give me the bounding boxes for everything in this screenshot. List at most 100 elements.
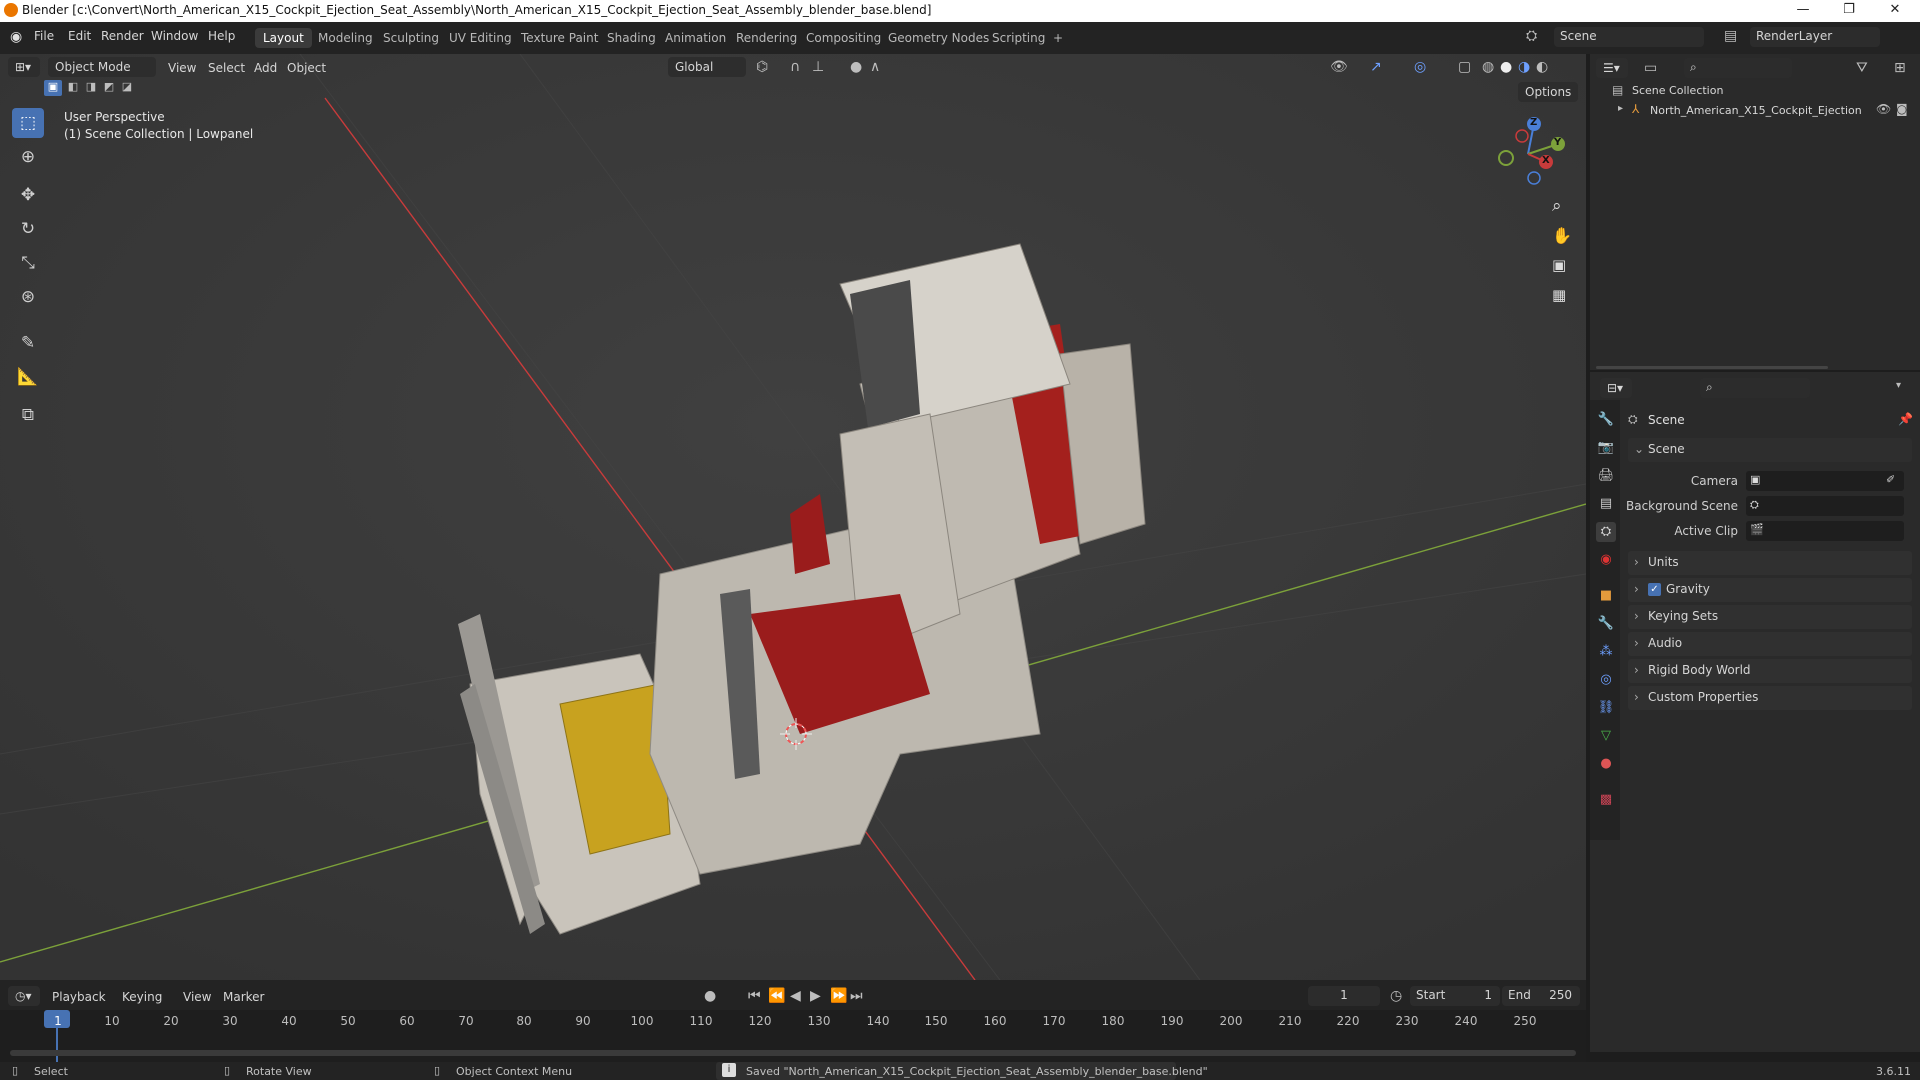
timeline-editor-type-button[interactable]: ◷▾ (8, 986, 40, 1006)
texture-tab-icon[interactable]: ▩ (1596, 790, 1616, 810)
new-collection-icon[interactable]: ⊞ (1894, 60, 1906, 76)
wireframe-shading-icon[interactable]: ◍ (1482, 59, 1494, 75)
outliner-item-label[interactable]: North_American_X15_Cockpit_Ejection (1650, 104, 1862, 117)
blender-menu-icon[interactable]: ◉ (10, 29, 22, 45)
scene-section-header[interactable]: ⌄ Scene (1628, 438, 1912, 462)
menu-edit[interactable]: Edit (68, 29, 91, 43)
custom-properties-panel[interactable]: › Custom Properties (1628, 686, 1912, 710)
select-new-icon[interactable]: ▣ (44, 80, 62, 96)
falloff-icon[interactable]: ∧ (870, 59, 880, 75)
zoom-icon[interactable]: ⌕ (1552, 196, 1562, 216)
material-tab-icon[interactable]: ● (1596, 754, 1616, 774)
scene-selector[interactable]: Scene (1554, 27, 1704, 47)
render-tab-icon[interactable]: 📷 (1596, 438, 1616, 458)
gizmo-toggle-icon[interactable]: ↗ (1370, 59, 1382, 75)
end-frame-field[interactable]: End 250 (1502, 986, 1580, 1006)
select-invert-icon[interactable]: ◩ (100, 80, 118, 93)
current-frame-field[interactable]: 1 (1308, 986, 1380, 1006)
pivot-point-icon[interactable]: ⌬ (756, 59, 768, 75)
clock-icon[interactable]: ◷ (1390, 988, 1402, 1004)
units-panel[interactable]: › Units (1628, 551, 1912, 575)
tab-sculpting[interactable]: Sculpting (375, 28, 447, 48)
gravity-panel[interactable]: › ✓ Gravity (1628, 578, 1912, 602)
snap-magnet-icon[interactable]: ∩ (790, 59, 800, 75)
jump-end-icon[interactable]: ⏭ (850, 988, 863, 1004)
tab-layout[interactable]: Layout (255, 28, 312, 48)
menu-window[interactable]: Window (151, 29, 198, 43)
particles-tab-icon[interactable]: ⁂ (1596, 642, 1616, 662)
camera-view-icon[interactable]: ▣ (1552, 256, 1566, 274)
annotate-tool-icon[interactable]: ✎ (12, 328, 44, 358)
outliner-scrollbar[interactable] (1596, 366, 1828, 369)
viewport-menu-view[interactable]: View (168, 61, 196, 75)
prev-keyframe-icon[interactable]: ⏪ (768, 988, 785, 1004)
timeline-menu-keying[interactable]: Keying (122, 990, 162, 1004)
tab-uv-editing[interactable]: UV Editing (441, 28, 520, 48)
scene-collection-label[interactable]: Scene Collection (1632, 84, 1723, 97)
navigation-gizmo[interactable]: Z Y X (1490, 112, 1570, 192)
viewport-menu-object[interactable]: Object (287, 61, 326, 75)
view-layer-tab-icon[interactable]: ▤ (1596, 494, 1616, 514)
rigid-body-world-panel[interactable]: › Rigid Body World (1628, 659, 1912, 683)
audio-panel[interactable]: › Audio (1628, 632, 1912, 656)
select-extend-icon[interactable]: ◧ (64, 80, 82, 93)
data-tab-icon[interactable]: ▽ (1596, 726, 1616, 746)
rendered-shading-icon[interactable]: ◐ (1536, 59, 1548, 75)
snap-target-icon[interactable]: ⊥ (812, 59, 824, 75)
viewport-menu-add[interactable]: Add (254, 61, 277, 75)
proportional-edit-icon[interactable]: ● (850, 59, 862, 75)
menu-render[interactable]: Render (101, 29, 144, 43)
mode-selector[interactable]: Object Mode (48, 57, 156, 77)
solid-shading-icon[interactable]: ● (1500, 59, 1512, 75)
menu-file[interactable]: File (34, 29, 54, 43)
select-intersect-icon[interactable]: ◪ (118, 80, 136, 93)
3d-viewport[interactable]: Z Y X ⌕ ✋ ▣ ▦ (0, 54, 1586, 980)
tab-scripting[interactable]: Scripting (984, 28, 1053, 48)
hide-eye-icon[interactable]: 👁 (1876, 102, 1891, 116)
menu-help[interactable]: Help (208, 29, 235, 43)
world-tab-icon[interactable]: ◉ (1596, 550, 1616, 570)
viewport-menu-select[interactable]: Select (208, 61, 245, 75)
record-icon[interactable]: ● (704, 988, 716, 1004)
maximize-button[interactable]: ❐ (1826, 0, 1872, 22)
transform-tool-icon[interactable]: ⊛ (12, 282, 44, 312)
keying-sets-panel[interactable]: › Keying Sets (1628, 605, 1912, 629)
outliner-search-input[interactable]: ⌕ (1684, 58, 1792, 78)
add-cube-tool-icon[interactable]: ⧉ (12, 400, 44, 430)
transform-orientation-selector[interactable]: Global (668, 57, 746, 77)
eyedropper-icon[interactable]: ✐ (1886, 473, 1895, 486)
background-scene-field[interactable]: ⛭ (1746, 496, 1904, 516)
timeline-menu-playback[interactable]: Playback (52, 990, 106, 1004)
material-preview-icon[interactable]: ◑ (1518, 59, 1530, 75)
tab-geometry-nodes[interactable]: Geometry Nodes (880, 28, 997, 48)
minimize-button[interactable]: — (1780, 0, 1826, 22)
properties-search-input[interactable]: ⌕ (1700, 378, 1810, 398)
object-tab-icon[interactable]: ■ (1596, 586, 1616, 606)
render-camera-icon[interactable]: ◙ (1896, 102, 1908, 116)
timeline-menu-view[interactable]: View (183, 990, 211, 1004)
outliner-editor-type-button[interactable]: ☰▾ (1596, 58, 1628, 78)
expand-arrow-icon[interactable]: ▸ (1618, 103, 1623, 114)
pin-icon[interactable]: 📌 (1898, 412, 1913, 426)
filter-icon[interactable]: ⛛ (1856, 60, 1868, 76)
play-reverse-icon[interactable]: ◀ (790, 988, 801, 1004)
start-frame-field[interactable]: Start 1 (1410, 986, 1500, 1006)
cursor-tool-icon[interactable]: ⊕ (12, 142, 44, 172)
play-icon[interactable]: ▶ (810, 988, 821, 1004)
perspective-toggle-icon[interactable]: ▦ (1552, 286, 1566, 304)
pan-hand-icon[interactable]: ✋ (1552, 226, 1572, 245)
select-box-icon[interactable]: ⬚ (12, 108, 44, 138)
editor-type-button[interactable]: ⊞▾ (8, 57, 40, 77)
tool-tab-icon[interactable]: 🔧 (1596, 410, 1616, 430)
move-tool-icon[interactable]: ✥ (12, 180, 44, 210)
tab-compositing[interactable]: Compositing (798, 28, 889, 48)
close-button[interactable]: ✕ (1872, 0, 1918, 22)
properties-editor-type-button[interactable]: ⊟▾ (1600, 378, 1632, 398)
physics-tab-icon[interactable]: ◎ (1596, 670, 1616, 690)
view-layer-selector[interactable]: RenderLayer (1750, 27, 1880, 47)
tab-texture-paint[interactable]: Texture Paint (513, 28, 606, 48)
tab-shading[interactable]: Shading (599, 28, 664, 48)
timeline-scrollbar[interactable] (10, 1050, 1576, 1056)
modifier-tab-icon[interactable]: 🔧 (1596, 614, 1616, 634)
output-tab-icon[interactable]: 🖨 (1596, 466, 1616, 486)
